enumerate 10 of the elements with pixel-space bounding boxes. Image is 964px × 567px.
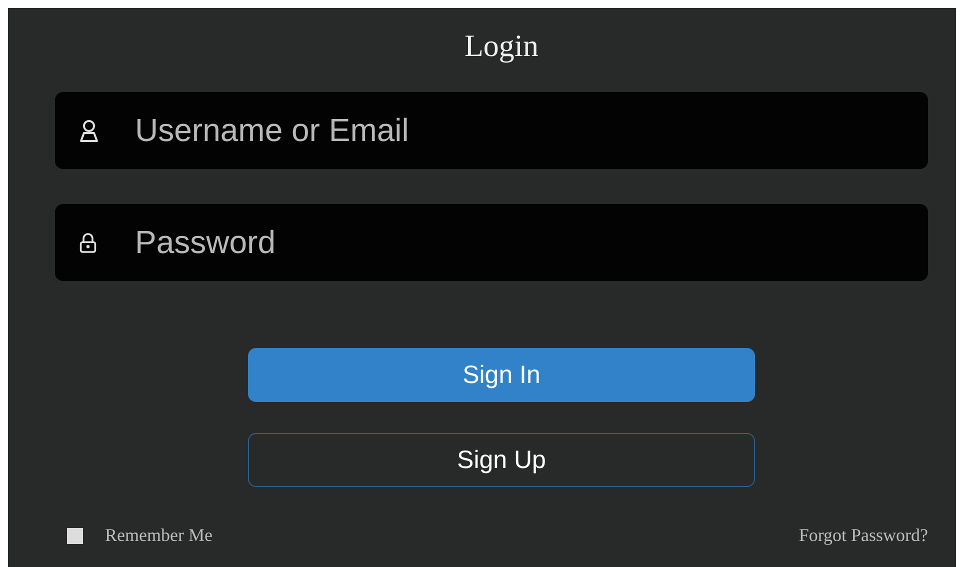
user-icon — [79, 118, 99, 142]
lock-icon — [79, 232, 97, 254]
username-field[interactable]: Username or Email — [55, 92, 928, 169]
sign-in-button[interactable]: Sign In — [248, 348, 755, 402]
remember-checkbox[interactable] — [67, 528, 83, 544]
login-title: Login — [464, 28, 539, 64]
sign-up-button[interactable]: Sign Up — [248, 433, 755, 487]
remember-label[interactable]: Remember Me — [105, 525, 212, 546]
forgot-password-link[interactable]: Forgot Password? — [798, 525, 928, 546]
password-field[interactable]: Password — [55, 204, 928, 281]
